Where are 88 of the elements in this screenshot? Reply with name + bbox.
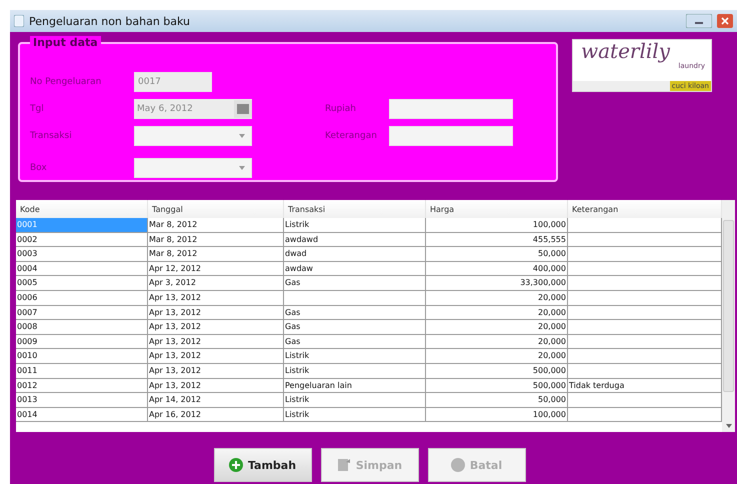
table-cell: 100,000 [426,408,568,422]
table-cell: Tidak terduga [568,378,722,394]
column-header[interactable]: Keterangan [568,200,722,218]
table-cell: 0008 [16,320,148,335]
table-cell: 50,000 [426,247,568,262]
table-cell: 455,555 [426,232,568,248]
field-label: No Pengeluaran [30,77,102,87]
table-cell: 20,000 [426,349,568,364]
table-cell: Apr 16, 2012 [148,408,284,422]
calendar-icon [237,104,249,114]
table-cell: Apr 13, 2012 [148,349,284,364]
table-cell: 33,300,000 [426,276,568,291]
table-cell: awdaw [284,262,426,276]
text-field[interactable] [389,126,513,146]
table-cell: Apr 13, 2012 [148,320,284,335]
table-cell: 400,000 [426,262,568,276]
table-cell: 500,000 [426,364,568,379]
table-cell: 20,000 [426,306,568,320]
table-cell: 0006 [16,290,148,306]
scroll-down-icon[interactable] [726,424,732,428]
table-cell: 0014 [16,408,148,422]
table-cell: Gas [284,306,426,320]
field-label: Keterangan [325,131,378,141]
table-cell: 50,000 [426,393,568,408]
table-cell: Listrik [284,393,426,408]
text-field[interactable] [389,99,513,119]
table-cell: 0009 [16,334,148,350]
field-label: Rupiah [325,104,357,114]
table-cell: 0004 [16,262,148,276]
table-cell: Pengeluaran lain [284,378,426,394]
table-cell: 500,000 [426,378,568,394]
table-cell: Listrik [284,218,426,233]
caret-icon [239,134,245,138]
column-header[interactable]: Tanggal [148,200,284,218]
table-cell: Mar 8, 2012 [148,232,284,248]
field-label: Tgl [30,104,45,114]
table-cell: awdawd [284,232,426,248]
column-header[interactable]: Harga [426,200,568,218]
table-cell: Apr 12, 2012 [148,262,284,276]
table-cell: Mar 8, 2012 [148,247,284,262]
table-cell: Apr 13, 2012 [148,334,284,350]
plus-icon [228,458,243,472]
table-cell: 20,000 [426,334,568,350]
table-cell: Listrik [284,408,426,422]
field-label: Transaksi [30,131,73,141]
date-value: May 6, 2012 [136,104,194,114]
table-cell: Gas [284,334,426,350]
table-cell: 100,000 [426,218,568,233]
table-cell: Apr 3, 2012 [148,276,284,291]
document-icon [336,458,351,472]
caret-icon [239,166,245,170]
calendar-button[interactable] [234,100,252,118]
window-title: Pengeluaran non bahan baku [29,14,192,28]
dropdown-field[interactable] [134,126,252,146]
table-cell: 0007 [16,306,148,320]
table-cell: 0011 [16,364,148,379]
scrollbar[interactable] [722,200,735,432]
circle-icon [450,458,465,472]
table-cell: Listrik [284,349,426,364]
table-cell: Gas [284,320,426,335]
table-cell: dwad [284,247,426,262]
table-cell: Gas [284,276,426,291]
table-cell: Apr 14, 2012 [148,393,284,408]
table-cell: 0012 [16,378,148,394]
table-cell: Listrik [284,364,426,379]
table-cell: 0002 [16,232,148,248]
logo-name: waterlily [580,40,671,62]
minimize-icon[interactable] [686,14,712,28]
table-cell: 0005 [16,276,148,291]
table-cell: Apr 13, 2012 [148,378,284,394]
table-cell: 0013 [16,393,148,408]
table-cell: Apr 13, 2012 [148,364,284,379]
table-cell: 0003 [16,247,148,262]
column-header[interactable]: Transaksi [284,200,426,218]
panel-title: Input data [30,36,101,50]
field-label: Box [30,163,48,173]
table-cell: 0010 [16,349,148,364]
column-header[interactable]: Kode [16,200,148,218]
table-cell: Apr 13, 2012 [148,290,284,306]
action-button[interactable]: Tambah [214,448,312,482]
table-cell: Mar 8, 2012 [148,218,284,233]
dropdown-field[interactable] [134,158,252,178]
table-cell: Apr 13, 2012 [148,306,284,320]
window-icon [14,15,24,27]
table-cell: 0001 [16,218,148,233]
table-cell: 20,000 [426,320,568,335]
table-cell: 20,000 [426,290,568,306]
close-icon[interactable] [717,14,733,28]
